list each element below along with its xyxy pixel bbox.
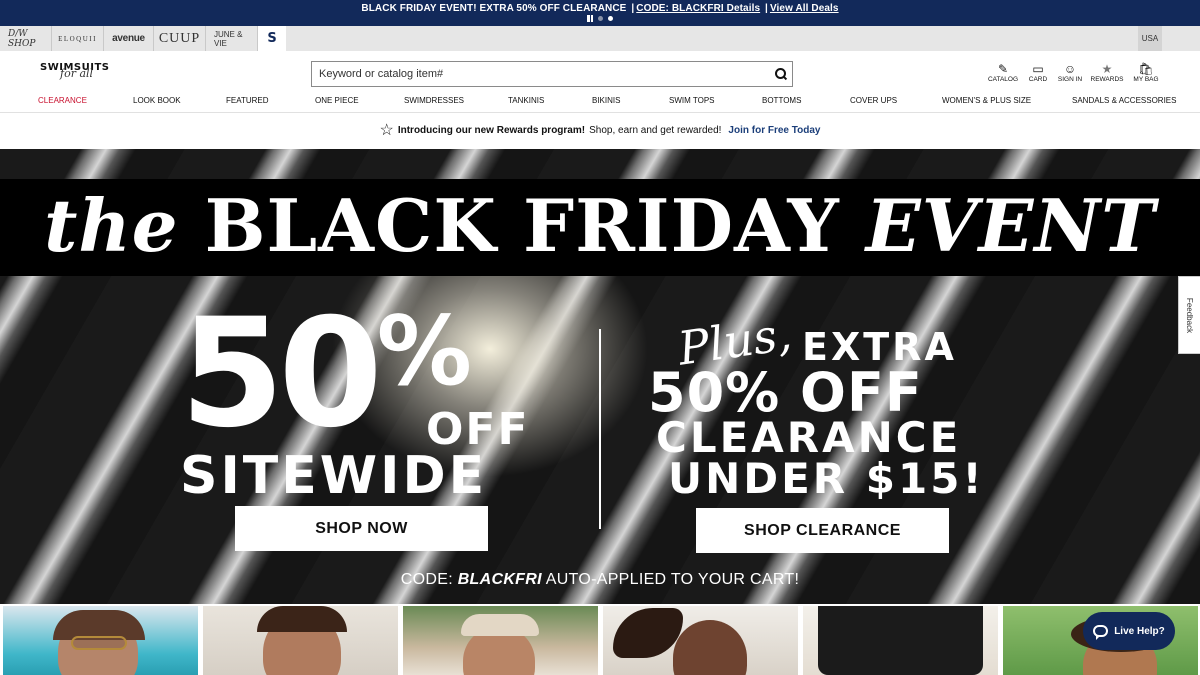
hero-title-event: EVENT: [865, 183, 1156, 268]
main-navigation: CLEARANCE LOOK BOOK FEATURED ONE PIECE S…: [0, 89, 1200, 113]
nav-item-look-book[interactable]: LOOK BOOK: [133, 96, 181, 105]
rewards-link[interactable]: ★ REWARDS: [1086, 62, 1128, 83]
nav-item-featured[interactable]: FEATURED: [226, 96, 269, 105]
search-input[interactable]: [312, 68, 770, 80]
product-tile[interactable]: [403, 606, 598, 675]
rewards-headline: Introducing our new Rewards program!: [397, 125, 586, 136]
catalog-label: CATALOG: [987, 76, 1019, 83]
header-utilities: ✎ CATALOG ▭ CARD ☺ SIGN IN ★ REWARDS 🛍 M…: [984, 62, 1164, 83]
live-help-label: Live Help?: [1114, 625, 1165, 637]
credit-card-icon: ▭: [1032, 62, 1044, 76]
feedback-label: Feedback: [1185, 297, 1195, 333]
code-suffix: AUTO-APPLIED TO YOUR CART!: [545, 571, 800, 588]
shopping-bag-icon: 🛍: [1138, 62, 1154, 76]
feedback-tab[interactable]: Feedback: [1178, 276, 1200, 354]
promo-separator: |: [765, 3, 768, 14]
promo-separator: |: [631, 3, 635, 14]
search-icon[interactable]: [770, 63, 792, 85]
join-rewards-link[interactable]: Join for Free Today: [728, 125, 820, 136]
product-tile[interactable]: [603, 606, 798, 675]
carousel-dot[interactable]: [598, 16, 603, 21]
promo-carousel-controls: [0, 15, 1200, 22]
hero-divider: [599, 329, 601, 529]
promo-code: BLACKFRI: [457, 571, 542, 588]
site-logo[interactable]: SWIMSUITS for all: [40, 62, 110, 80]
nav-item-one-piece[interactable]: ONE PIECE: [315, 96, 359, 105]
rewards-announcement: ☆ Introducing our new Rewards program! S…: [0, 113, 1200, 148]
search-bar: [311, 61, 793, 87]
nav-item-swim-tops[interactable]: SWIM TOPS: [669, 96, 715, 105]
promo-code-note: CODE: BLACKFRI AUTO-APPLIED TO YOUR CART…: [0, 571, 1200, 589]
account-icon: ☺: [1063, 62, 1077, 76]
promo-message: BLACK FRIDAY EVENT! EXTRA 50% OFF CLEARA…: [361, 3, 627, 14]
card-label: CARD: [1028, 76, 1048, 83]
hero-title: the BLACK FRIDAY EVENT: [0, 183, 1200, 268]
country-selector[interactable]: USA: [1138, 26, 1162, 51]
sitewide-label: SITEWIDE: [180, 446, 488, 506]
hero-title-the: the: [44, 183, 179, 268]
nav-item-bottoms[interactable]: BOTTOMS: [762, 96, 801, 105]
star-icon: ★: [1101, 62, 1113, 76]
rewards-label: REWARDS: [1090, 76, 1124, 83]
promo-code-details-link[interactable]: CODE: BLACKFRI Details: [636, 3, 760, 14]
nav-item-clearance[interactable]: CLEARANCE: [38, 96, 87, 105]
promo-bar: BLACK FRIDAY EVENT! EXTRA 50% OFF CLEARA…: [0, 0, 1200, 26]
sign-in-label: SIGN IN: [1057, 76, 1083, 83]
product-tile[interactable]: [203, 606, 398, 675]
hero-banner[interactable]: the BLACK FRIDAY EVENT 50% OFF SITEWIDE …: [0, 149, 1200, 604]
nav-item-bikinis[interactable]: BIKINIS: [592, 96, 620, 105]
sign-in-link[interactable]: ☺ SIGN IN: [1054, 62, 1086, 83]
shop-clearance-button[interactable]: SHOP CLEARANCE: [696, 508, 949, 553]
sitewide-percent-number: 50: [180, 287, 383, 461]
my-bag-label: MY BAG: [1133, 76, 1159, 83]
under-price-label: UNDER $15!: [668, 454, 985, 503]
brand-tab-cuup[interactable]: CUUP: [154, 26, 206, 51]
rewards-description: Shop, earn and get rewarded!: [589, 125, 722, 136]
code-prefix: CODE:: [400, 571, 453, 588]
shop-now-button[interactable]: SHOP NOW: [235, 506, 488, 551]
brand-tab-dw-shop[interactable]: D/W SHOP: [0, 26, 52, 51]
my-bag-link[interactable]: 🛍 MY BAG: [1128, 62, 1164, 83]
product-tile[interactable]: [803, 606, 998, 675]
site-header: SWIMSUITS for all ✎ CATALOG ▭ CARD ☺ SIG…: [0, 51, 1200, 89]
nav-item-tankinis[interactable]: TANKINIS: [508, 96, 544, 105]
nav-item-swimdresses[interactable]: SWIMDRESSES: [404, 96, 464, 105]
catalog-link[interactable]: ✎ CATALOG: [984, 62, 1022, 83]
view-all-deals-link[interactable]: View All Deals: [770, 3, 839, 14]
star-outline-icon: ☆: [379, 121, 394, 139]
product-tiles: [0, 606, 1200, 675]
brand-tab-june-vie[interactable]: JUNE & VIE: [206, 26, 258, 51]
nav-item-womens-plus-size[interactable]: WOMEN'S & PLUS SIZE: [942, 96, 1031, 105]
nav-item-cover-ups[interactable]: COVER UPS: [850, 96, 897, 105]
hero-title-black-friday: BLACK FRIDAY: [204, 183, 840, 268]
nav-item-sandals-accessories[interactable]: SANDALS & ACCESSORIES: [1072, 96, 1176, 105]
catalog-icon: ✎: [997, 62, 1009, 76]
pause-icon[interactable]: [587, 15, 593, 22]
card-link[interactable]: ▭ CARD: [1022, 62, 1054, 83]
product-tile[interactable]: [3, 606, 198, 675]
brand-tab-swimsuits-current[interactable]: S: [258, 26, 286, 51]
sitewide-percent-sign: %: [376, 297, 472, 407]
brand-tab-avenue[interactable]: avenue: [104, 26, 154, 51]
brand-tabs: D/W SHOP ELOQUII avenue CUUP JUNE & VIE …: [0, 26, 1200, 51]
chat-icon: [1093, 625, 1109, 640]
promo-text-line: BLACK FRIDAY EVENT! EXTRA 50% OFF CLEARA…: [0, 0, 1200, 14]
live-help-button[interactable]: Live Help?: [1083, 612, 1175, 650]
carousel-dot-active[interactable]: [608, 16, 613, 21]
brand-tab-eloquii[interactable]: ELOQUII: [52, 26, 104, 51]
